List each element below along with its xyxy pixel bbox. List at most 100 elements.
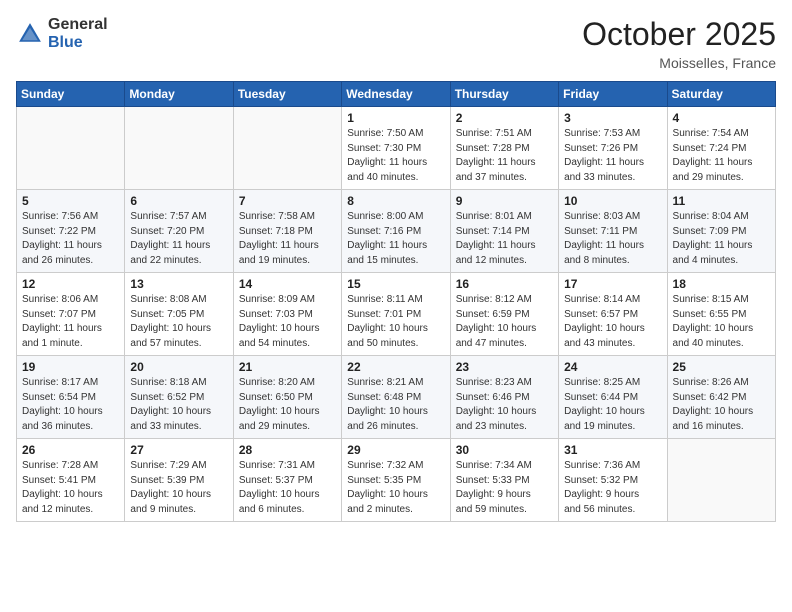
day-info: Sunrise: 8:08 AM Sunset: 7:05 PM Dayligh… bbox=[130, 293, 227, 351]
day-number: 10 bbox=[564, 194, 661, 208]
day-info: Sunrise: 7:36 AM Sunset: 5:32 PM Dayligh… bbox=[564, 459, 661, 517]
day-number: 20 bbox=[130, 360, 227, 374]
day-number: 2 bbox=[456, 111, 553, 125]
page-header: General Blue October 2025 Moisselles, Fr… bbox=[16, 16, 776, 71]
calendar-cell bbox=[17, 107, 125, 190]
day-info: Sunrise: 7:34 AM Sunset: 5:33 PM Dayligh… bbox=[456, 459, 553, 517]
day-info: Sunrise: 7:32 AM Sunset: 5:35 PM Dayligh… bbox=[347, 459, 444, 517]
day-info: Sunrise: 8:01 AM Sunset: 7:14 PM Dayligh… bbox=[456, 210, 553, 268]
day-number: 4 bbox=[673, 111, 770, 125]
calendar-cell: 23 Sunrise: 8:23 AM Sunset: 6:46 PM Dayli… bbox=[450, 356, 558, 439]
day-info: Sunrise: 8:15 AM Sunset: 6:55 PM Dayligh… bbox=[673, 293, 770, 351]
day-number: 23 bbox=[456, 360, 553, 374]
day-number: 21 bbox=[239, 360, 336, 374]
calendar-cell: 31 Sunrise: 7:36 AM Sunset: 5:32 PM Dayli… bbox=[559, 439, 667, 522]
weekday-header-tuesday: Tuesday bbox=[233, 82, 341, 107]
weekday-header-friday: Friday bbox=[559, 82, 667, 107]
day-info: Sunrise: 7:54 AM Sunset: 7:24 PM Dayligh… bbox=[673, 127, 770, 185]
calendar-cell: 3Sunrise: 7:53 AM Sunset: 7:26 PM Daylig… bbox=[559, 107, 667, 190]
day-number: 19 bbox=[22, 360, 119, 374]
day-info: Sunrise: 7:56 AM Sunset: 7:22 PM Dayligh… bbox=[22, 210, 119, 268]
weekday-header-saturday: Saturday bbox=[667, 82, 775, 107]
day-info: Sunrise: 7:31 AM Sunset: 5:37 PM Dayligh… bbox=[239, 459, 336, 517]
day-number: 31 bbox=[564, 443, 661, 457]
weekday-header-row: SundayMondayTuesdayWednesdayThursdayFrid… bbox=[17, 82, 776, 107]
day-info: Sunrise: 8:03 AM Sunset: 7:11 PM Dayligh… bbox=[564, 210, 661, 268]
day-number: 6 bbox=[130, 194, 227, 208]
calendar-week-row: 1 Sunrise: 7:50 AM Sunset: 7:30 PM Daylig… bbox=[17, 107, 776, 190]
logo-general-label: General bbox=[48, 16, 108, 34]
day-info: Sunrise: 8:04 AM Sunset: 7:09 PM Dayligh… bbox=[673, 210, 770, 268]
day-info: Sunrise: 8:00 AM Sunset: 7:16 PM Dayligh… bbox=[347, 210, 444, 268]
day-number: 12 bbox=[22, 277, 119, 291]
calendar-cell: 5 Sunrise: 7:56 AM Sunset: 7:22 PM Daylig… bbox=[17, 190, 125, 273]
calendar-cell: 7 Sunrise: 7:58 AM Sunset: 7:18 PM Daylig… bbox=[233, 190, 341, 273]
logo: General Blue bbox=[16, 16, 108, 51]
day-info: Sunrise: 7:57 AM Sunset: 7:20 PM Dayligh… bbox=[130, 210, 227, 268]
day-number: 7 bbox=[239, 194, 336, 208]
calendar-cell: 14 Sunrise: 8:09 AM Sunset: 7:03 PM Dayli… bbox=[233, 273, 341, 356]
calendar-cell: 25 Sunrise: 8:26 AM Sunset: 6:42 PM Dayli… bbox=[667, 356, 775, 439]
calendar-week-row: 19Sunrise: 8:17 AM Sunset: 6:54 PM Dayli… bbox=[17, 356, 776, 439]
day-number: 14 bbox=[239, 277, 336, 291]
day-number: 27 bbox=[130, 443, 227, 457]
calendar-cell: 18 Sunrise: 8:15 AM Sunset: 6:55 PM Dayli… bbox=[667, 273, 775, 356]
calendar-cell: 16Sunrise: 8:12 AM Sunset: 6:59 PM Dayli… bbox=[450, 273, 558, 356]
calendar-cell: 6 Sunrise: 7:57 AM Sunset: 7:20 PM Daylig… bbox=[125, 190, 233, 273]
day-info: Sunrise: 7:50 AM Sunset: 7:30 PM Dayligh… bbox=[347, 127, 444, 185]
day-number: 15 bbox=[347, 277, 444, 291]
day-number: 1 bbox=[347, 111, 444, 125]
calendar-cell: 28 Sunrise: 7:31 AM Sunset: 5:37 PM Dayli… bbox=[233, 439, 341, 522]
calendar-cell: 10 Sunrise: 8:03 AM Sunset: 7:11 PM Dayli… bbox=[559, 190, 667, 273]
day-number: 25 bbox=[673, 360, 770, 374]
day-number: 5 bbox=[22, 194, 119, 208]
day-info: Sunrise: 7:58 AM Sunset: 7:18 PM Dayligh… bbox=[239, 210, 336, 268]
weekday-header-sunday: Sunday bbox=[17, 82, 125, 107]
calendar-cell: 27Sunrise: 7:29 AM Sunset: 5:39 PM Dayli… bbox=[125, 439, 233, 522]
day-info: Sunrise: 8:21 AM Sunset: 6:48 PM Dayligh… bbox=[347, 376, 444, 434]
title-block: October 2025 Moisselles, France bbox=[582, 16, 776, 71]
calendar-cell: 4 Sunrise: 7:54 AM Sunset: 7:24 PM Daylig… bbox=[667, 107, 775, 190]
calendar-cell bbox=[667, 439, 775, 522]
calendar-cell: 12 Sunrise: 8:06 AM Sunset: 7:07 PM Dayli… bbox=[17, 273, 125, 356]
weekday-header-wednesday: Wednesday bbox=[342, 82, 450, 107]
calendar-cell: 8 Sunrise: 8:00 AM Sunset: 7:16 PM Daylig… bbox=[342, 190, 450, 273]
calendar-cell: 26Sunrise: 7:28 AM Sunset: 5:41 PM Dayli… bbox=[17, 439, 125, 522]
day-number: 8 bbox=[347, 194, 444, 208]
calendar-cell: 13Sunrise: 8:08 AM Sunset: 7:05 PM Dayli… bbox=[125, 273, 233, 356]
logo-icon bbox=[16, 20, 44, 48]
day-info: Sunrise: 8:23 AM Sunset: 6:46 PM Dayligh… bbox=[456, 376, 553, 434]
location-label: Moisselles, France bbox=[582, 55, 776, 71]
calendar-cell: 9 Sunrise: 8:01 AM Sunset: 7:14 PM Daylig… bbox=[450, 190, 558, 273]
weekday-header-monday: Monday bbox=[125, 82, 233, 107]
calendar-cell: 21 Sunrise: 8:20 AM Sunset: 6:50 PM Dayli… bbox=[233, 356, 341, 439]
day-number: 28 bbox=[239, 443, 336, 457]
day-info: Sunrise: 8:12 AM Sunset: 6:59 PM Dayligh… bbox=[456, 293, 553, 351]
day-info: Sunrise: 8:26 AM Sunset: 6:42 PM Dayligh… bbox=[673, 376, 770, 434]
day-info: Sunrise: 7:51 AM Sunset: 7:28 PM Dayligh… bbox=[456, 127, 553, 185]
calendar-week-row: 26Sunrise: 7:28 AM Sunset: 5:41 PM Dayli… bbox=[17, 439, 776, 522]
calendar-cell bbox=[125, 107, 233, 190]
calendar-cell: 20 Sunrise: 8:18 AM Sunset: 6:52 PM Dayli… bbox=[125, 356, 233, 439]
day-info: Sunrise: 8:20 AM Sunset: 6:50 PM Dayligh… bbox=[239, 376, 336, 434]
day-info: Sunrise: 8:09 AM Sunset: 7:03 PM Dayligh… bbox=[239, 293, 336, 351]
month-title: October 2025 bbox=[582, 16, 776, 53]
calendar-cell: 29 Sunrise: 7:32 AM Sunset: 5:35 PM Dayli… bbox=[342, 439, 450, 522]
calendar-cell: 19Sunrise: 8:17 AM Sunset: 6:54 PM Dayli… bbox=[17, 356, 125, 439]
calendar-cell: 1 Sunrise: 7:50 AM Sunset: 7:30 PM Daylig… bbox=[342, 107, 450, 190]
logo-text: General Blue bbox=[48, 16, 108, 51]
day-info: Sunrise: 7:53 AM Sunset: 7:26 PM Dayligh… bbox=[564, 127, 661, 185]
calendar-cell: 15Sunrise: 8:11 AM Sunset: 7:01 PM Dayli… bbox=[342, 273, 450, 356]
day-info: Sunrise: 8:14 AM Sunset: 6:57 PM Dayligh… bbox=[564, 293, 661, 351]
day-number: 29 bbox=[347, 443, 444, 457]
day-info: Sunrise: 8:18 AM Sunset: 6:52 PM Dayligh… bbox=[130, 376, 227, 434]
day-number: 18 bbox=[673, 277, 770, 291]
calendar-cell: 22Sunrise: 8:21 AM Sunset: 6:48 PM Dayli… bbox=[342, 356, 450, 439]
day-number: 17 bbox=[564, 277, 661, 291]
day-number: 9 bbox=[456, 194, 553, 208]
day-info: Sunrise: 8:06 AM Sunset: 7:07 PM Dayligh… bbox=[22, 293, 119, 351]
day-number: 11 bbox=[673, 194, 770, 208]
day-info: Sunrise: 7:28 AM Sunset: 5:41 PM Dayligh… bbox=[22, 459, 119, 517]
calendar-cell: 30Sunrise: 7:34 AM Sunset: 5:33 PM Dayli… bbox=[450, 439, 558, 522]
calendar-cell bbox=[233, 107, 341, 190]
